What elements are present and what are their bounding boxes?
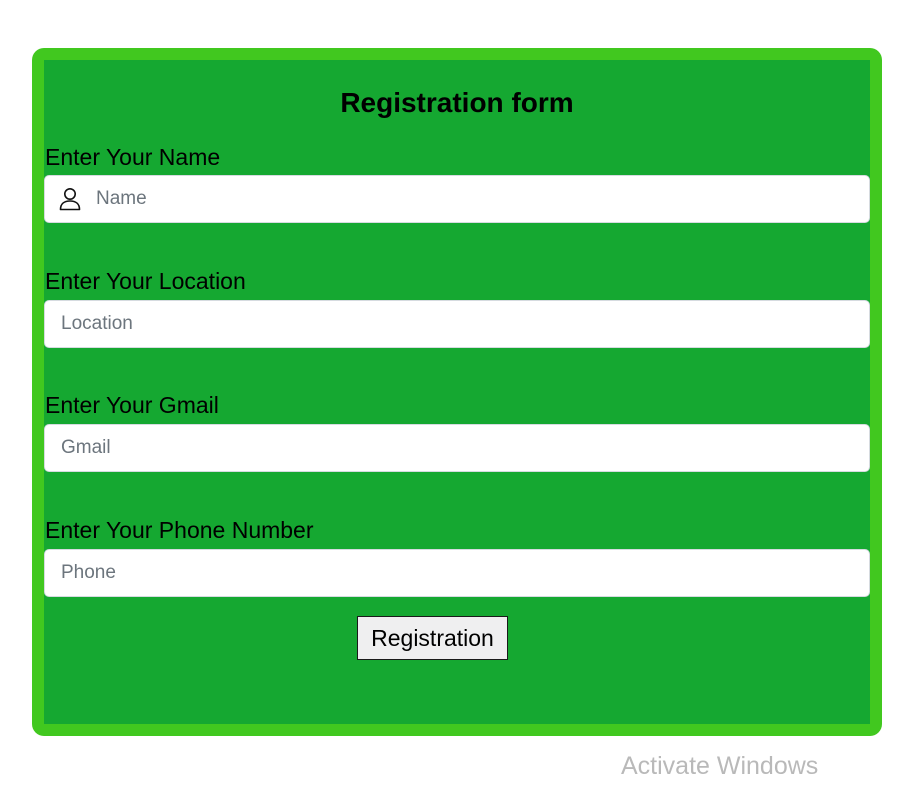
page: Registration form Enter Your Name Enter … bbox=[0, 0, 914, 789]
phone-field-container bbox=[44, 549, 870, 597]
person-icon bbox=[59, 188, 81, 211]
location-label: Enter Your Location bbox=[45, 268, 246, 294]
location-input[interactable] bbox=[61, 301, 856, 347]
gmail-input[interactable] bbox=[61, 425, 856, 471]
registration-form: Registration form Enter Your Name Enter … bbox=[44, 60, 870, 724]
registration-button[interactable]: Registration bbox=[357, 616, 508, 660]
location-field-container bbox=[44, 300, 870, 348]
gmail-label: Enter Your Gmail bbox=[45, 392, 219, 418]
form-title: Registration form bbox=[340, 87, 574, 118]
activate-windows-watermark: Activate Windows bbox=[621, 752, 819, 780]
name-input[interactable] bbox=[96, 176, 856, 222]
phone-label: Enter Your Phone Number bbox=[45, 517, 314, 543]
phone-input[interactable] bbox=[61, 550, 856, 596]
gmail-field-container bbox=[44, 424, 870, 472]
name-label: Enter Your Name bbox=[45, 144, 221, 170]
registration-form-frame: Registration form Enter Your Name Enter … bbox=[32, 48, 882, 736]
name-field-container bbox=[44, 175, 870, 223]
